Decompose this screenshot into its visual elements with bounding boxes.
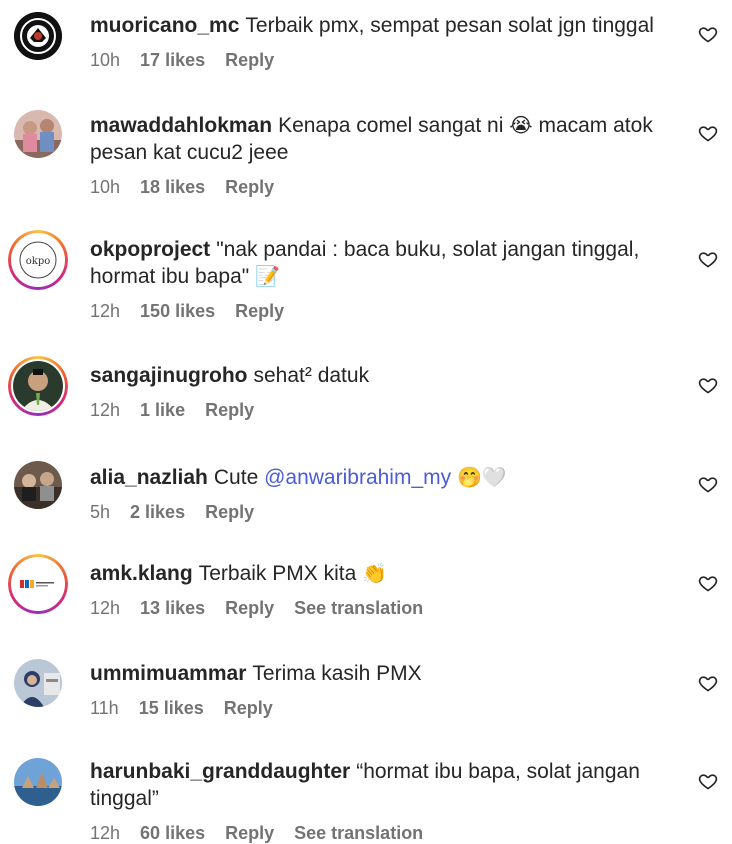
comment-likes[interactable]: 15 likes [139,698,204,719]
avatar-label: okpo [26,256,51,267]
avatar-image: okpo [19,241,57,279]
heart-icon[interactable] [698,375,718,395]
heart-icon[interactable] [698,673,718,693]
comment-username[interactable]: sangajinugroho [90,364,248,387]
heart-icon[interactable] [698,123,718,143]
comment-time: 12h [90,400,121,420]
comment-text: Terbaik pmx, sempat pesan solat jgn ting… [245,14,654,37]
comment-username[interactable]: harunbaki_granddaughter [90,760,350,783]
comment-likes[interactable]: 18 likes [140,177,205,198]
avatar[interactable] [14,12,62,60]
avatar-image [20,580,54,588]
comment-text: Terbaik PMX kita [198,562,357,585]
heart-icon[interactable] [698,249,718,269]
comment-time: 5h [90,502,111,522]
comment-text: sehat² datuk [253,364,370,387]
avatar-story-ring[interactable]: okpo [8,230,68,290]
comment-time: 12h [90,301,121,321]
avatar[interactable] [14,461,62,509]
heart-icon[interactable] [698,24,718,44]
comment-time: 10h [90,177,121,197]
reply-button[interactable]: Reply [205,502,254,523]
avatar-image [14,659,62,707]
comment-text: Terima kasih PMX [252,662,422,685]
comment-username[interactable]: muoricano_mc [90,14,239,37]
comment-username[interactable]: mawaddahlokman [90,114,272,137]
comment-username[interactable]: alia_nazliah [90,466,208,489]
avatar-story-ring[interactable] [8,356,68,416]
comment-likes[interactable]: 1 like [140,400,185,421]
comment-text: Kenapa comel sangat ni [278,114,504,137]
mention-link[interactable]: @anwaribrahim_my [264,466,451,489]
comment-likes[interactable]: 13 likes [140,598,205,619]
avatar-image [14,110,62,158]
comment-username[interactable]: ummimuammar [90,662,246,685]
avatar[interactable] [14,758,62,806]
heart-icon[interactable] [698,573,718,593]
see-translation-button[interactable]: See translation [294,598,423,619]
emoji: 🤭🤍 [456,465,507,489]
heart-icon[interactable] [698,771,718,791]
comment-likes[interactable]: 150 likes [140,301,215,322]
comment-time: 12h [90,598,121,618]
comment-username[interactable]: amk.klang [90,562,193,585]
reply-button[interactable]: Reply [224,698,273,719]
avatar-image [13,361,63,411]
avatar-image [14,758,62,806]
heart-icon[interactable] [698,474,718,494]
reply-button[interactable]: Reply [225,50,274,71]
reply-button[interactable]: Reply [225,177,274,198]
comment-time: 11h [90,698,119,718]
avatar[interactable] [14,659,62,707]
comment-time: 10h [90,50,121,70]
avatar-image [14,12,62,60]
comment-text: Cute [213,466,259,489]
comment-likes[interactable]: 2 likes [130,502,185,523]
memo-emoji: 📝 [255,264,280,288]
comment-list: muoricano_mc Terbaik pmx, sempat pesan so… [0,0,732,843]
avatar-image [14,461,62,509]
clapping-hands-emoji: 👏 [362,561,388,585]
emoji: 😭 [509,113,533,137]
reply-button[interactable]: Reply [225,598,274,619]
comment-username[interactable]: okpoproject [90,238,210,261]
comment-likes[interactable]: 17 likes [140,50,205,71]
reply-button[interactable]: Reply [205,400,254,421]
avatar[interactable] [14,110,62,158]
avatar-story-ring[interactable] [8,554,68,614]
reply-button[interactable]: Reply [235,301,284,322]
